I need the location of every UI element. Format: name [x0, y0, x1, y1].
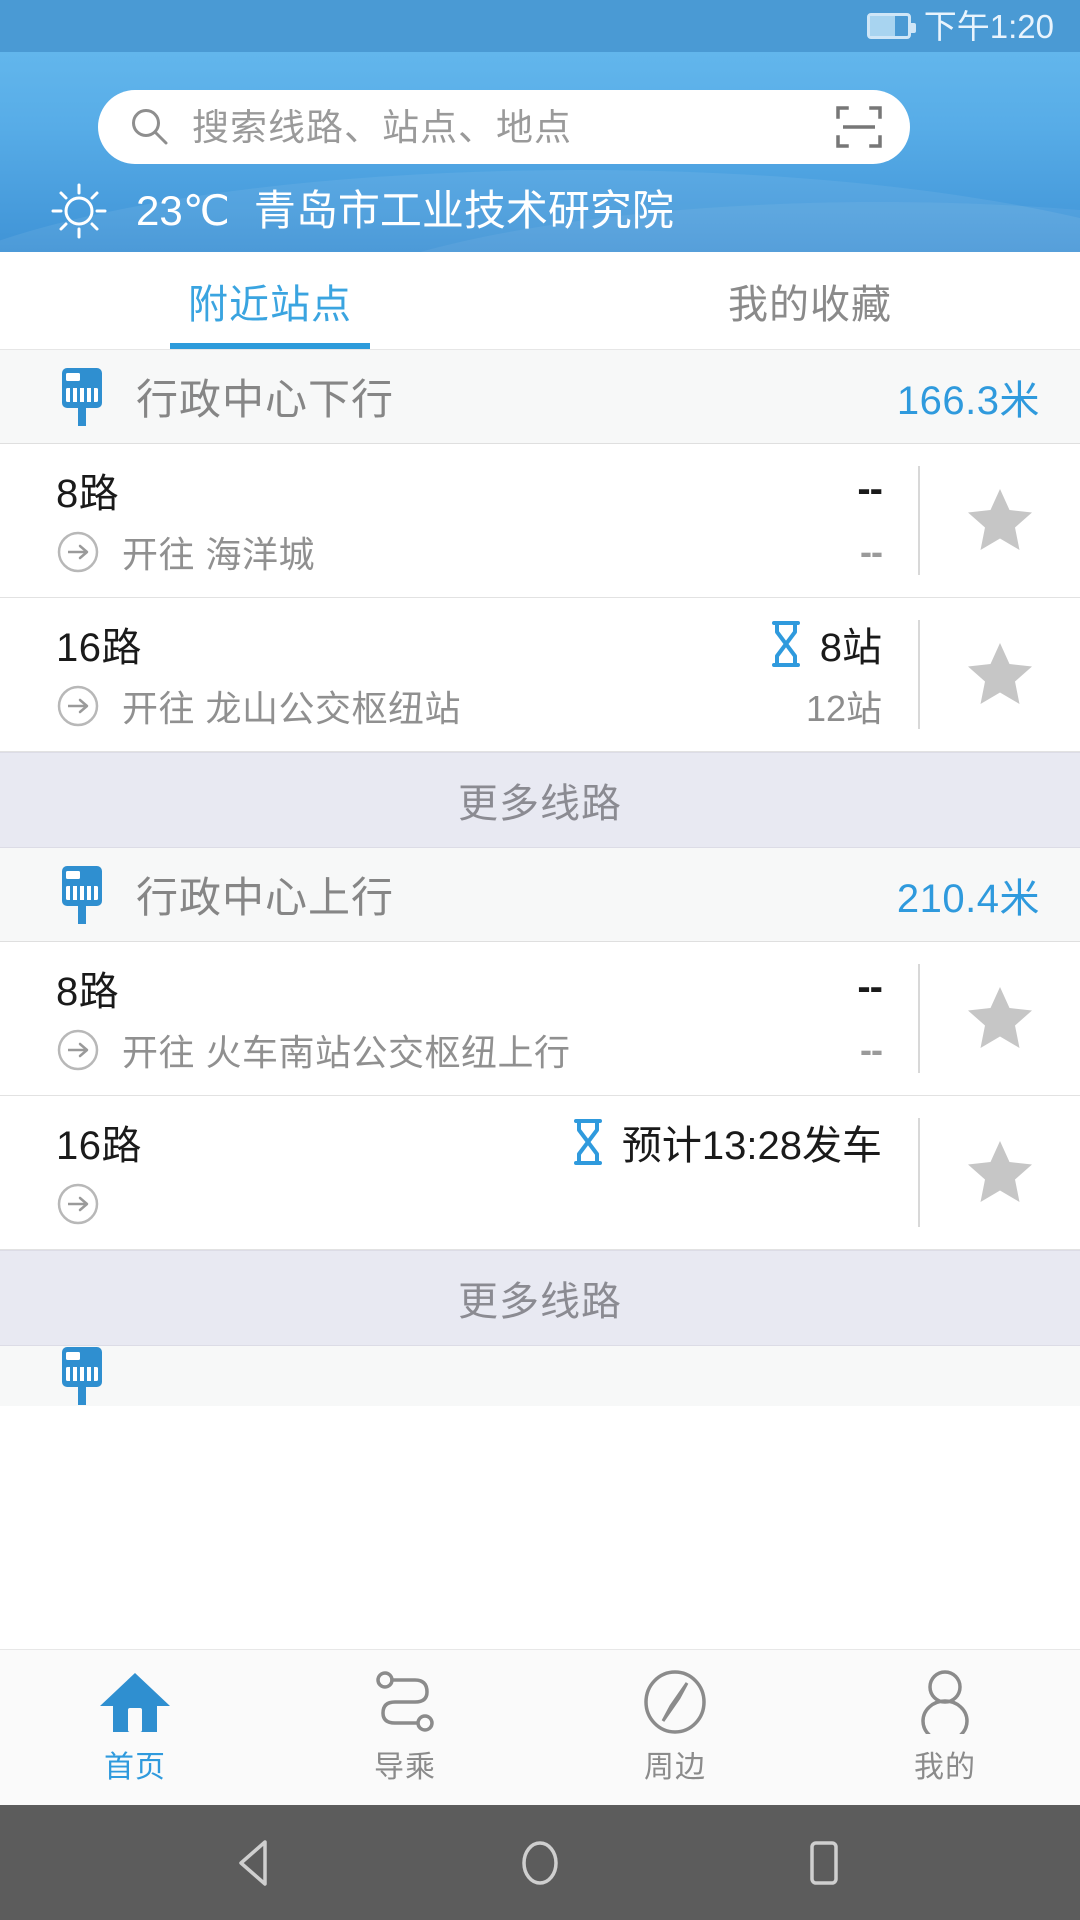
- route-name: 16路: [56, 625, 142, 670]
- status-bar-clock: 下午1:20: [923, 7, 1054, 45]
- search-input-placeholder[interactable]: 搜索线路、站点、地点: [192, 109, 834, 146]
- route-eta: 预计13:28发车: [498, 1096, 918, 1249]
- app-root: 下午1:20 搜索线路、站点、地点 23℃ 青岛市工业技术研究院 附近站点 我的…: [0, 0, 1080, 1920]
- more-routes-label: 更多线路: [458, 782, 622, 826]
- favorite-star-button[interactable]: [920, 942, 1080, 1095]
- status-bar: 下午1:20: [0, 0, 1080, 52]
- nav-item-nearby[interactable]: 周边: [540, 1669, 810, 1786]
- route-transfer-icon: [367, 1670, 443, 1734]
- route-eta: -- --: [688, 942, 918, 1095]
- sun-icon: [48, 180, 110, 242]
- tab-bar: 附近站点 我的收藏: [0, 252, 1080, 350]
- tab-nearby-stops-label: 附近站点: [188, 282, 352, 327]
- search-icon: [128, 105, 172, 149]
- station-distance: 166.3米: [896, 378, 1040, 423]
- route-eta-primary: --: [857, 467, 883, 511]
- nearby-stops-list[interactable]: 行政中心下行 166.3米 8路 开往 海洋城 -- -- 16路 开往 龙山公…: [0, 350, 1080, 1406]
- station-name: 行政中心下行: [136, 376, 395, 423]
- home-button[interactable]: [511, 1834, 569, 1892]
- weather-temperature: 23℃: [136, 187, 230, 234]
- favorite-star-button[interactable]: [920, 444, 1080, 597]
- search-bar[interactable]: 搜索线路、站点、地点: [98, 90, 910, 164]
- route-row[interactable]: 16路 开往 龙山公交枢纽站 8站 12站: [0, 598, 1080, 752]
- arrow-right-circle-icon: [56, 684, 100, 728]
- scan-qr-icon[interactable]: [834, 102, 884, 152]
- route-destination: 开往 火车南站公交枢纽上行: [122, 1031, 571, 1073]
- nav-item-transfer-label: 导乘: [374, 1750, 436, 1784]
- route-row[interactable]: 8路 开往 海洋城 -- --: [0, 444, 1080, 598]
- station-distance: 210.4米: [896, 876, 1040, 921]
- route-eta-primary: --: [857, 965, 883, 1009]
- route-row[interactable]: 8路 开往 火车南站公交枢纽上行 -- --: [0, 942, 1080, 1096]
- back-button[interactable]: [227, 1834, 285, 1892]
- more-routes-button[interactable]: 更多线路: [0, 752, 1080, 848]
- recents-button[interactable]: [795, 1834, 853, 1892]
- app-header: 搜索线路、站点、地点 23℃ 青岛市工业技术研究院: [0, 52, 1080, 252]
- home-icon: [97, 1670, 173, 1734]
- route-destination: 开往 龙山公交枢纽站: [122, 687, 462, 729]
- star-icon: [968, 642, 1032, 704]
- nav-item-home[interactable]: 首页: [0, 1670, 270, 1786]
- route-eta-secondary: --: [860, 530, 883, 572]
- favorite-star-button[interactable]: [920, 598, 1080, 751]
- star-icon: [968, 488, 1032, 550]
- route-info: 16路 开往 龙山公交枢纽站: [0, 598, 688, 751]
- station-name: 行政中心上行: [136, 874, 395, 921]
- triangle-back-icon: [239, 1839, 267, 1886]
- arrow-right-circle-icon: [56, 1182, 100, 1226]
- route-eta: 8站 12站: [688, 598, 918, 751]
- more-routes-button[interactable]: 更多线路: [0, 1250, 1080, 1346]
- route-eta-secondary: 12站: [805, 687, 882, 729]
- route-name: 8路: [56, 471, 120, 516]
- station-header[interactable]: 行政中心上行 210.4米: [0, 848, 1080, 942]
- tab-my-favorites[interactable]: 我的收藏: [540, 252, 1080, 349]
- route-row[interactable]: 16路 预计13:28发车: [0, 1096, 1080, 1250]
- favorite-star-button[interactable]: [920, 1096, 1080, 1249]
- tab-my-favorites-label: 我的收藏: [728, 282, 892, 327]
- station-header-partial[interactable]: [0, 1346, 1080, 1406]
- nav-item-nearby-label: 周边: [644, 1750, 706, 1784]
- route-info: 8路 开往 海洋城: [0, 444, 688, 597]
- nav-item-home-label: 首页: [104, 1750, 166, 1784]
- square-recents-icon: [810, 1840, 838, 1885]
- route-info: 16路: [0, 1096, 498, 1249]
- route-destination: 开往 海洋城: [122, 533, 316, 575]
- nav-item-mine[interactable]: 我的: [810, 1669, 1080, 1786]
- route-eta-primary: 预计13:28发车: [621, 1123, 882, 1168]
- android-system-bar: [0, 1805, 1080, 1920]
- circle-home-icon: [522, 1840, 558, 1885]
- bottom-navigation-bar: 首页 导乘 周边 我的: [0, 1649, 1080, 1805]
- route-eta-primary: 8站: [819, 625, 882, 670]
- route-eta-secondary: --: [860, 1028, 883, 1070]
- nav-item-transfer[interactable]: 导乘: [270, 1670, 540, 1786]
- battery-icon: [866, 13, 916, 39]
- nav-item-mine-label: 我的: [914, 1750, 976, 1784]
- tab-nearby-stops[interactable]: 附近站点: [0, 252, 540, 349]
- star-icon: [968, 1140, 1032, 1202]
- more-routes-label: 更多线路: [458, 1280, 622, 1324]
- station-header[interactable]: 行政中心下行 166.3米: [0, 350, 1080, 444]
- route-name: 16路: [56, 1123, 142, 1168]
- star-icon: [968, 986, 1032, 1048]
- route-info: 8路 开往 火车南站公交枢纽上行: [0, 942, 688, 1095]
- weather-location: 青岛市工业技术研究院: [253, 187, 674, 234]
- person-icon: [907, 1669, 983, 1734]
- route-eta: -- --: [688, 444, 918, 597]
- route-name: 8路: [56, 969, 120, 1014]
- arrow-right-circle-icon: [56, 530, 100, 574]
- bus-stop-icon: [54, 366, 110, 428]
- arrow-right-circle-icon: [56, 1028, 100, 1072]
- hourglass-icon: [768, 620, 804, 668]
- bus-stop-icon: [54, 864, 110, 926]
- compass-icon: [637, 1669, 713, 1734]
- bus-stop-icon: [54, 1346, 110, 1406]
- hourglass-icon: [570, 1118, 606, 1166]
- weather-widget[interactable]: 23℃ 青岛市工业技术研究院: [48, 180, 674, 242]
